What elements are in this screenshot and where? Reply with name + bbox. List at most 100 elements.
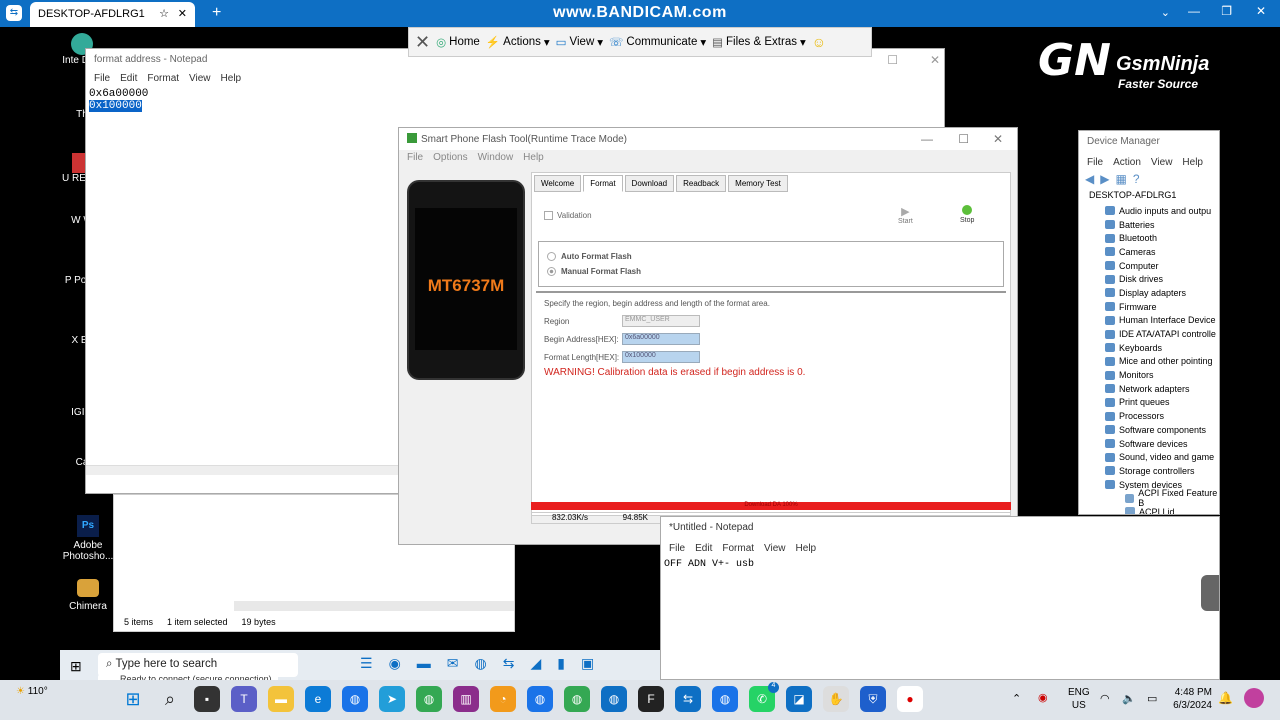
task-view-icon[interactable]: ▪	[194, 686, 220, 712]
view-button[interactable]: ▭ View ▾	[556, 35, 603, 49]
teamviewer-icon[interactable]: ⇆	[503, 655, 515, 672]
chrome-icon-4[interactable]: ◍	[601, 686, 627, 712]
menu-help[interactable]: Help	[221, 73, 242, 84]
device-category[interactable]: Display adapters	[1079, 286, 1219, 300]
horizontal-scrollbar[interactable]	[234, 601, 514, 611]
chevron-down-icon[interactable]: ⌄	[1161, 6, 1170, 19]
tab-download[interactable]: Download	[624, 175, 675, 192]
whatsapp-icon[interactable]: ✆ 4	[749, 682, 779, 712]
device-category[interactable]: Firmware	[1079, 300, 1219, 314]
menu-window[interactable]: Window	[478, 152, 514, 163]
menu-file[interactable]: File	[94, 73, 110, 84]
notification-icon[interactable]: 🔔	[1218, 691, 1233, 705]
volume-icon[interactable]: 🔈	[1122, 692, 1136, 705]
chrome-icon-3[interactable]: ◍	[564, 686, 590, 712]
chrome-icon-2[interactable]: ◍	[527, 686, 553, 712]
app-icon-f[interactable]: F	[638, 686, 664, 712]
device-category[interactable]: Monitors	[1079, 368, 1219, 382]
teamviewer-icon[interactable]: ⇆	[675, 686, 701, 712]
clock[interactable]: 4:48 PM 6/3/2024	[1166, 686, 1212, 712]
region-select[interactable]: EMMC_USER	[622, 315, 700, 327]
menu-view[interactable]: View	[1151, 157, 1173, 168]
tab-welcome[interactable]: Welcome	[534, 175, 582, 192]
chrome-icon[interactable]: ◍	[475, 655, 487, 672]
explorer-icon[interactable]: ▬	[417, 655, 431, 672]
app-icon[interactable]: ▣	[581, 655, 594, 672]
tray-icon[interactable]: ◉	[1038, 691, 1048, 704]
tab-readback[interactable]: Readback	[676, 175, 727, 192]
defender-icon[interactable]: ⛨	[860, 686, 886, 712]
language-indicator[interactable]: ENG US	[1068, 686, 1090, 712]
menu-format[interactable]: Format	[147, 73, 179, 84]
minimize-icon[interactable]: —	[1188, 4, 1200, 18]
notepad-textarea[interactable]: 0x6a00000 0x100000	[86, 86, 944, 114]
device-category[interactable]: Storage controllers	[1079, 464, 1219, 478]
menu-edit[interactable]: Edit	[695, 543, 712, 554]
file-explorer-icon[interactable]: ▬	[268, 686, 294, 712]
menu-file[interactable]: File	[669, 543, 685, 554]
device-category[interactable]: Software components	[1079, 423, 1219, 437]
device-category[interactable]: Audio inputs and outpu	[1079, 204, 1219, 218]
chrome-icon[interactable]: ◍	[342, 686, 368, 712]
device-category[interactable]: Bluetooth	[1079, 231, 1219, 245]
maximize-icon[interactable]: ☐	[958, 132, 969, 146]
chrome-profile-icon[interactable]: ◍	[416, 686, 442, 712]
device-category[interactable]: Software devices	[1079, 437, 1219, 451]
telegram-icon[interactable]: ➤	[379, 686, 405, 712]
record-icon[interactable]: ●	[897, 686, 923, 712]
chimera-desktop-icon[interactable]: Chimera	[60, 579, 116, 612]
device-category[interactable]: Sound, video and game	[1079, 450, 1219, 464]
device-category[interactable]: Network adapters	[1079, 382, 1219, 396]
tree-root[interactable]: DESKTOP-AFDLRG1	[1079, 190, 1219, 204]
device-category[interactable]: Processors	[1079, 409, 1219, 423]
format-length-input[interactable]: 0x100000	[622, 351, 700, 363]
task-view-icon[interactable]: ☰	[360, 655, 373, 672]
device-category[interactable]: Disk drives	[1079, 272, 1219, 286]
device-category[interactable]: Cameras	[1079, 245, 1219, 259]
horizontal-scrollbar[interactable]	[86, 465, 398, 475]
close-session-icon[interactable]: ✕	[415, 32, 430, 53]
device-category[interactable]: Batteries	[1079, 218, 1219, 232]
smiley-icon[interactable]: ☺	[812, 34, 826, 50]
remote-app-icon[interactable]: ◪	[786, 686, 812, 712]
wifi-icon[interactable]: ◠	[1100, 692, 1110, 705]
device-category[interactable]: Keyboards	[1079, 341, 1219, 355]
device-category[interactable]: Computer	[1079, 259, 1219, 273]
actions-button[interactable]: ⚡ Actions ▾	[486, 35, 550, 49]
photoshop-desktop-icon[interactable]: Ps Adobe Photosho...	[60, 515, 116, 562]
properties-icon[interactable]: ▦	[1115, 172, 1126, 188]
menu-view[interactable]: View	[189, 73, 211, 84]
communicate-button[interactable]: ☏ Communicate ▾	[609, 35, 706, 49]
start-button[interactable]: ▶ Start	[898, 205, 913, 225]
edge-icon[interactable]: ◉	[389, 655, 401, 672]
files-extras-button[interactable]: ▤ Files & Extras ▾	[712, 35, 806, 49]
manual-format-radio[interactable]: Manual Format Flash	[539, 261, 1003, 276]
device-category[interactable]: Human Interface Device	[1079, 314, 1219, 328]
auto-format-radio[interactable]: Auto Format Flash	[539, 242, 1003, 261]
begin-address-input[interactable]: 0x6a00000	[622, 333, 700, 345]
stop-button[interactable]: Stop	[960, 205, 974, 224]
start-icon[interactable]: ⊞	[70, 658, 82, 675]
menu-options[interactable]: Options	[433, 152, 467, 163]
restore-icon[interactable]: ❐	[1221, 4, 1232, 18]
menu-help[interactable]: Help	[796, 543, 817, 554]
copilot-icon[interactable]	[1244, 688, 1264, 708]
windows-start-icon[interactable]: ⊞	[120, 686, 146, 712]
chevron-up-icon[interactable]: ⌃	[1012, 692, 1021, 705]
menu-file[interactable]: File	[1087, 157, 1103, 168]
forward-icon[interactable]: ▶	[1100, 172, 1109, 188]
search-icon[interactable]: ⌕	[157, 686, 183, 712]
app-icon[interactable]: ◢	[530, 655, 541, 672]
close-icon[interactable]: ✕	[993, 132, 1003, 146]
device-category[interactable]: Print queues	[1079, 396, 1219, 410]
teamviewer-side-handle[interactable]	[1201, 575, 1219, 611]
device-category[interactable]: IDE ATA/ATAPI controlle	[1079, 327, 1219, 341]
device-item[interactable]: ACPI Fixed Feature B	[1079, 488, 1219, 508]
menu-view[interactable]: View	[764, 543, 786, 554]
menu-edit[interactable]: Edit	[120, 73, 137, 84]
maximize-icon[interactable]: ☐	[887, 53, 898, 67]
notepad-textarea[interactable]: OFF ADN V+- usb	[661, 556, 1219, 573]
home-button[interactable]: ◎ Home	[436, 35, 480, 49]
close-icon[interactable]: ✕	[930, 53, 940, 67]
menu-help[interactable]: Help	[1182, 157, 1203, 168]
